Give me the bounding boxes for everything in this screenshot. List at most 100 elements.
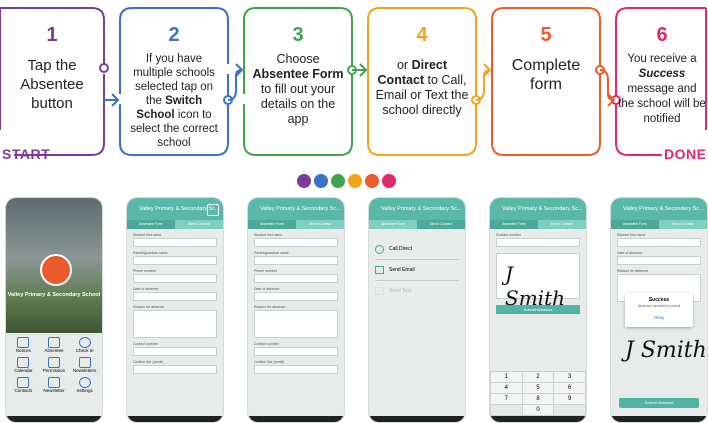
form-field[interactable] — [133, 274, 217, 283]
contact-text[interactable]: Send Text — [375, 281, 459, 301]
screen-success: Valley Primary & Secondary Sc... Absente… — [611, 198, 707, 422]
school-photo: Valley Primary & Secondary School — [6, 198, 102, 333]
contacts-icon — [17, 377, 30, 388]
signature-pad[interactable]: J Smith — [496, 253, 580, 310]
home-newsletters[interactable]: Newsletters — [69, 357, 100, 373]
tabs: Absentee Form Direct Contact — [369, 220, 465, 229]
contact-email[interactable]: Send Email — [375, 260, 459, 281]
step-3-text: Choose Absentee Form to fill out your de… — [252, 52, 344, 126]
step-2-number: 2 — [168, 24, 180, 46]
key[interactable]: 2 — [522, 372, 554, 382]
ok-button[interactable]: Okay — [625, 315, 693, 320]
phone-nav-bar — [127, 416, 223, 422]
tab-absentee[interactable]: Absentee Form — [611, 220, 659, 229]
key[interactable]: 1 — [491, 372, 522, 382]
backspace-key[interactable] — [554, 405, 585, 415]
home-absentee[interactable]: Absentee — [39, 337, 70, 353]
contact-email-label: Send Email — [389, 267, 415, 273]
phone-nav-bar — [248, 416, 344, 422]
home-settings[interactable]: Settings — [69, 377, 100, 393]
key[interactable]: 9 — [554, 394, 585, 404]
form-field[interactable] — [496, 238, 580, 247]
home-permission[interactable]: Permission — [39, 357, 70, 373]
keypad: 1 2 3 4 5 6 7 8 9 0 — [490, 371, 586, 416]
header-title: Valley Primary & Secondary Sc... — [248, 198, 344, 220]
dot-pink — [382, 174, 396, 188]
signature: J Smith — [505, 262, 565, 310]
key[interactable]: 0 — [522, 405, 554, 415]
arrow-4-5 — [475, 63, 492, 101]
tab-direct[interactable]: Direct Contact — [538, 220, 586, 229]
contact-call[interactable]: Call Direct — [375, 239, 459, 260]
form-field[interactable] — [133, 347, 217, 356]
step-3-number: 3 — [292, 24, 304, 46]
tab-absentee[interactable]: Absentee Form — [369, 220, 417, 229]
form-field[interactable] — [617, 238, 701, 247]
phone-nav-bar — [490, 416, 586, 422]
permission-icon — [47, 357, 60, 368]
field-label: Parent/guardian name — [133, 251, 168, 255]
tab-direct[interactable]: Direct Contact — [659, 220, 707, 229]
tab-absentee[interactable]: Absentee Form — [127, 220, 175, 229]
field-label: Student first name — [617, 233, 646, 237]
step-6-number: 6 — [656, 24, 668, 46]
newsletter-icon — [47, 377, 60, 388]
screen-direct-contact: Valley Primary & Secondary Sc... Absente… — [369, 198, 465, 422]
tab-absentee[interactable]: Absentee Form — [248, 220, 296, 229]
step-5-number: 5 — [540, 24, 552, 46]
form-field[interactable] — [254, 274, 338, 283]
key[interactable]: 7 — [491, 394, 522, 404]
home-contacts-label: Contacts — [14, 388, 33, 393]
form-field[interactable] — [133, 310, 217, 338]
tab-direct[interactable]: Direct Contact — [175, 220, 223, 229]
home-icon-grid: Notices Absentee Check In Calendar Permi… — [6, 333, 102, 397]
key[interactable]: 4 — [491, 383, 522, 393]
field-label: Date of absence — [254, 287, 280, 291]
field-label: Contact number — [133, 342, 158, 346]
arrow-1-2 — [104, 93, 120, 107]
field-label: Reason for absence — [617, 269, 649, 273]
form-field[interactable] — [254, 365, 338, 374]
step-3: 3 Choose Absentee Form to fill out your … — [246, 6, 350, 156]
home-calendar-label: Calendar — [14, 368, 33, 373]
form-field[interactable] — [254, 347, 338, 356]
field-label: Confirm live (credit) — [133, 360, 164, 364]
form-field[interactable] — [133, 292, 217, 301]
tabs: Absentee Form Direct Contact — [490, 220, 586, 229]
key[interactable]: 6 — [554, 383, 585, 393]
notices-icon — [17, 337, 30, 348]
tabs: Absentee Form Direct Contact — [611, 220, 707, 229]
form-field[interactable] — [254, 256, 338, 265]
form-field[interactable] — [254, 310, 338, 338]
form-field[interactable] — [133, 256, 217, 265]
home-notices-label: Notices — [15, 348, 31, 353]
screen-absentee-form: Valley Primary & Secondary Sc... Absente… — [248, 198, 344, 422]
submit-button[interactable]: Submit Absence — [619, 398, 699, 408]
form-field[interactable] — [254, 292, 338, 301]
home-calendar[interactable]: Calendar — [8, 357, 39, 373]
tab-direct[interactable]: Direct Contact — [417, 220, 465, 229]
tab-absentee[interactable]: Absentee Form — [490, 220, 538, 229]
form-field[interactable] — [133, 365, 217, 374]
field-label: Phone number — [254, 269, 277, 273]
home-notices[interactable]: Notices — [8, 337, 39, 353]
home-newsletter[interactable]: Newsletter — [39, 377, 70, 393]
key[interactable]: 5 — [522, 383, 554, 393]
form-field[interactable] — [254, 238, 338, 247]
field-label: Student first name — [254, 233, 283, 237]
start-label: START — [2, 146, 51, 162]
contact-text-label: Send Text — [389, 288, 412, 294]
home-checkin[interactable]: Check In — [69, 337, 100, 353]
field-label: Contact number — [254, 342, 279, 346]
signature: J Smith — [625, 338, 707, 363]
form-field[interactable] — [133, 238, 217, 247]
home-contacts[interactable]: Contacts — [8, 377, 39, 393]
field-label: Phone number — [133, 269, 156, 273]
field-label: Reason for absence — [254, 305, 286, 309]
form-field[interactable] — [617, 256, 701, 265]
key[interactable]: 3 — [554, 372, 585, 382]
key[interactable]: 8 — [522, 394, 554, 404]
tab-direct[interactable]: Direct Contact — [296, 220, 344, 229]
calendar-icon — [17, 357, 30, 368]
switch-school-icon[interactable] — [207, 204, 219, 216]
